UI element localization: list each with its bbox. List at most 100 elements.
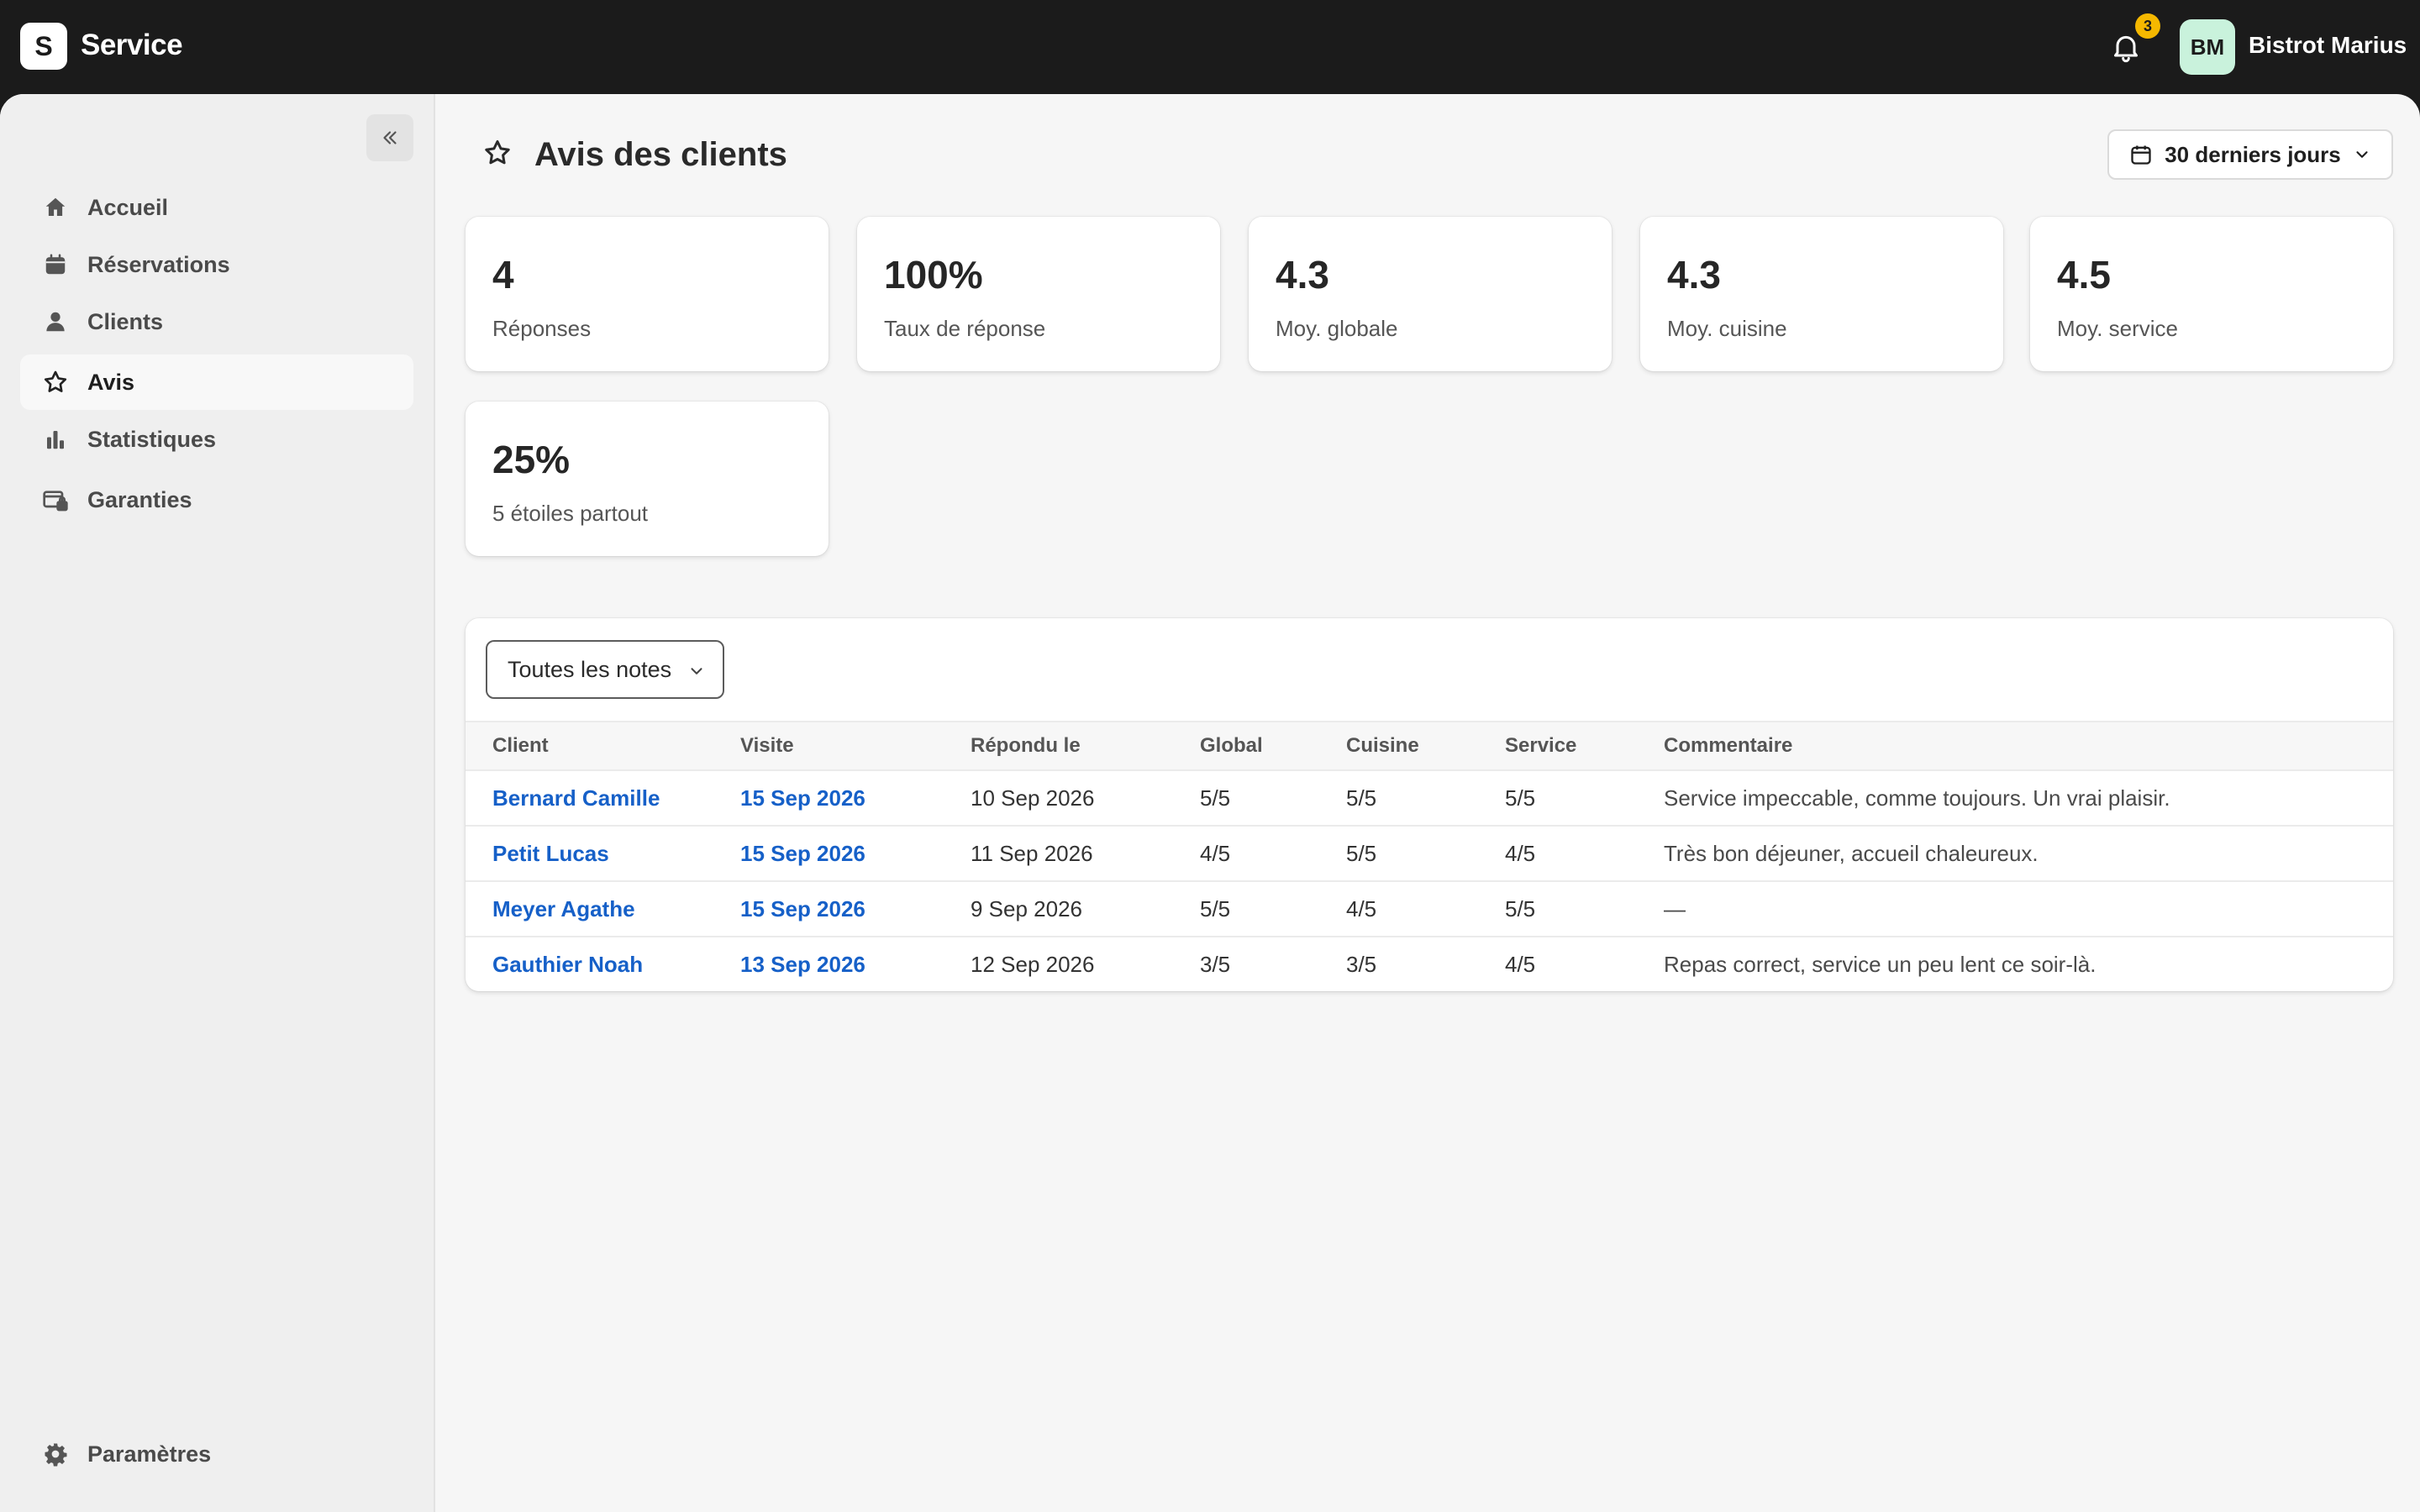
kpi-value: 25% bbox=[492, 438, 571, 481]
client-link[interactable]: Meyer Agathe bbox=[492, 896, 635, 921]
kpi-card-service-average: 4.5 Moy. service bbox=[2030, 217, 2393, 371]
responded-date: 11 Sep 2026 bbox=[971, 826, 1200, 882]
kpi-card-responses: 4 Réponses bbox=[466, 217, 829, 371]
comment-text: Repas correct, service un peu lent ce so… bbox=[1664, 952, 2096, 977]
sidebar-item-label: Clients bbox=[87, 308, 164, 334]
client-link[interactable]: Bernard Camille bbox=[492, 785, 660, 811]
kpi-card-response-rate: 100% Taux de réponse bbox=[857, 217, 1220, 371]
sidebar-item-reservations[interactable]: Réservations bbox=[20, 237, 413, 292]
sidebar-item-avis[interactable]: Avis bbox=[20, 354, 413, 410]
kpi-value: 100% bbox=[884, 253, 983, 297]
service-rating: 4/5 bbox=[1505, 952, 1536, 977]
responded-date: 12 Sep 2026 bbox=[971, 952, 1095, 977]
column-header-client[interactable]: Client bbox=[466, 721, 740, 771]
reviews-table: Client Visite Répondu le Global Cuisine … bbox=[466, 721, 2393, 991]
global-rating: 5/5 bbox=[1200, 770, 1346, 827]
responded-date: 9 Sep 2026 bbox=[971, 881, 1200, 937]
kpi-label: Moy. cuisine bbox=[1667, 316, 1787, 341]
kpi-value: 4.5 bbox=[2057, 253, 2111, 297]
kpi-value: 4.3 bbox=[1667, 253, 1721, 297]
star-icon bbox=[485, 140, 510, 165]
sidebar-item-label: Accueil bbox=[87, 194, 169, 220]
column-header-global[interactable]: Global bbox=[1200, 721, 1346, 771]
visit-link[interactable]: 15 Sep 2026 bbox=[740, 785, 865, 811]
page-title: Avis des clients bbox=[534, 136, 787, 173]
sidebar-item-label: Avis bbox=[87, 369, 135, 395]
rating-filter-value: Toutes les notes bbox=[508, 656, 672, 682]
period-select-button[interactable]: 30 derniers jours bbox=[2107, 129, 2393, 180]
table-row: Petit Lucas 15 Sep 2026 11 Sep 2026 4/5 … bbox=[466, 826, 2393, 882]
kpi-label: Réponses bbox=[492, 316, 592, 341]
service-rating: 5/5 bbox=[1505, 770, 1664, 827]
global-rating: 4/5 bbox=[1200, 826, 1346, 882]
visit-link[interactable]: 15 Sep 2026 bbox=[740, 841, 865, 866]
cuisine-rating: 5/5 bbox=[1346, 826, 1505, 882]
kpi-card-global-average: 4.3 Moy. globale bbox=[1249, 217, 1612, 371]
kpi-card-five-stars: 25% 5 étoiles partout bbox=[466, 402, 829, 556]
column-header-cuisine[interactable]: Cuisine bbox=[1346, 721, 1505, 771]
cuisine-rating: 5/5 bbox=[1346, 770, 1505, 827]
user-icon bbox=[42, 308, 69, 335]
home-icon bbox=[42, 194, 69, 221]
cuisine-rating: 3/5 bbox=[1346, 952, 1377, 977]
sidebar-item-accueil[interactable]: Accueil bbox=[20, 180, 413, 235]
notification-badge: 3 bbox=[2135, 13, 2160, 39]
top-bar: S Service 3 BM Bistrot Marius bbox=[0, 0, 2420, 94]
table-header-row: Client Visite Répondu le Global Cuisine … bbox=[466, 721, 2393, 771]
sidebar-item-label: Paramètres bbox=[87, 1441, 212, 1467]
kpi-label: Taux de réponse bbox=[884, 316, 1046, 341]
table-row: Gauthier Noah 13 Sep 2026 12 Sep 2026 3/… bbox=[466, 937, 2393, 991]
chevrons-left-icon bbox=[383, 131, 397, 144]
client-link[interactable]: Gauthier Noah bbox=[492, 952, 643, 977]
user-name[interactable]: Bistrot Marius bbox=[2249, 32, 2407, 59]
table-row: Bernard Camille 15 Sep 2026 10 Sep 2026 … bbox=[466, 770, 2393, 827]
global-rating: 3/5 bbox=[1200, 952, 1231, 977]
sidebar-item-label: Garanties bbox=[87, 486, 192, 512]
period-label: 30 derniers jours bbox=[2165, 141, 2341, 167]
sidebar-item-label: Statistiques bbox=[87, 426, 217, 452]
app-title: Service bbox=[81, 29, 183, 61]
sidebar-item-clients[interactable]: Clients bbox=[20, 294, 413, 349]
responded-date: 10 Sep 2026 bbox=[971, 770, 1200, 827]
card-lock-icon bbox=[42, 486, 69, 513]
table-row: Meyer Agathe 15 Sep 2026 9 Sep 2026 5/5 … bbox=[466, 881, 2393, 937]
app-logo[interactable]: S bbox=[20, 23, 67, 70]
sidebar-item-parametres[interactable]: Paramètres bbox=[20, 1426, 413, 1482]
rating-filter-select[interactable]: Toutes les notes bbox=[486, 640, 724, 699]
comment-text: Très bon déjeuner, accueil chaleureux. bbox=[1664, 826, 2393, 882]
kpi-value: 4 bbox=[492, 253, 514, 297]
sidebar-item-label: Réservations bbox=[87, 251, 230, 277]
kpi-card-cuisine-average: 4.3 Moy. cuisine bbox=[1640, 217, 2003, 371]
gear-icon bbox=[42, 1441, 69, 1467]
column-header-service[interactable]: Service bbox=[1505, 721, 1664, 771]
client-link[interactable]: Petit Lucas bbox=[492, 841, 609, 866]
cuisine-rating: 4/5 bbox=[1346, 881, 1505, 937]
sidebar-item-statistiques[interactable]: Statistiques bbox=[20, 412, 413, 467]
chevron-down-icon bbox=[691, 668, 702, 675]
chevron-down-icon bbox=[2356, 151, 2368, 158]
collapse-sidebar-button[interactable] bbox=[366, 114, 413, 161]
bell-icon[interactable] bbox=[2109, 30, 2143, 64]
main-content: Avis des clients 30 derniers jours 4 Rép… bbox=[437, 94, 2420, 1512]
comment-text: — bbox=[1664, 881, 2393, 937]
app-shell: Accueil Réservations Clients Avis Statis bbox=[0, 94, 2420, 1512]
column-header-comment[interactable]: Commentaire bbox=[1664, 721, 2393, 771]
comment-text: Service impeccable, comme toujours. Un v… bbox=[1664, 770, 2393, 827]
service-rating: 4/5 bbox=[1505, 826, 1664, 882]
column-header-visit[interactable]: Visite bbox=[740, 721, 971, 771]
kpi-label: Moy. globale bbox=[1276, 316, 1398, 341]
kpi-label: 5 étoiles partout bbox=[492, 501, 649, 526]
kpi-label: Moy. service bbox=[2057, 316, 2178, 341]
visit-link[interactable]: 15 Sep 2026 bbox=[740, 896, 865, 921]
sidebar-item-garanties[interactable]: Garanties bbox=[20, 472, 413, 528]
calendar-icon bbox=[2131, 145, 2151, 165]
reviews-table-card: Toutes les notes Client Visite Répondu l… bbox=[466, 618, 2393, 991]
visit-link[interactable]: 13 Sep 2026 bbox=[740, 952, 865, 977]
sidebar: Accueil Réservations Clients Avis Statis bbox=[0, 94, 435, 1512]
calendar-icon bbox=[42, 251, 69, 278]
kpi-value: 4.3 bbox=[1276, 253, 1329, 297]
column-header-responded[interactable]: Répondu le bbox=[971, 721, 1200, 771]
bar-chart-icon bbox=[42, 426, 69, 453]
global-rating: 5/5 bbox=[1200, 881, 1346, 937]
avatar[interactable]: BM bbox=[2180, 19, 2235, 75]
